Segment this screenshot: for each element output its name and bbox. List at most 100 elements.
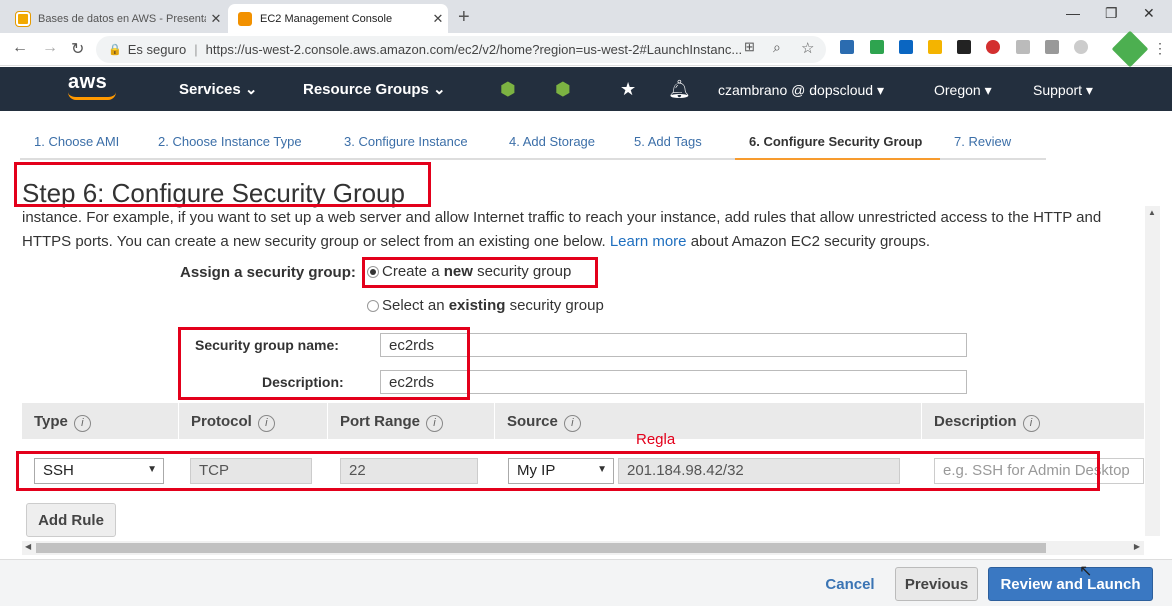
step-review[interactable]: 7. Review <box>940 131 1046 160</box>
radio-select-pre: Select an <box>382 297 445 314</box>
scrollbar-thumb[interactable] <box>36 543 1046 553</box>
mouse-cursor-icon: ↖ <box>1079 563 1093 580</box>
info-icon[interactable]: i <box>563 415 581 432</box>
scroll-right-icon[interactable]: ▶ <box>1134 542 1140 551</box>
window-close-icon[interactable]: ✕ <box>1143 5 1155 22</box>
assign-sg-label: Assign a security group: <box>180 264 356 281</box>
step-choose-instance-type[interactable]: 2. Choose Instance Type <box>144 131 330 160</box>
scroll-left-icon[interactable]: ◀ <box>25 542 31 551</box>
translate-icon[interactable]: ⊞ <box>744 39 755 55</box>
horizontal-scrollbar[interactable]: ◀ ▶ <box>22 541 1144 555</box>
review-and-launch-button[interactable]: Review and Launch <box>988 567 1153 601</box>
pin-icon[interactable]: ★ <box>620 79 636 100</box>
radio-select-post: security group <box>509 297 604 314</box>
radio-select-bold: existing <box>448 297 506 314</box>
browser-tab-presentation[interactable]: Bases de datos en AWS - Presentación ✕ <box>6 4 226 33</box>
service-shortcut-icon[interactable]: ⬢ <box>500 79 516 100</box>
rule-type-select[interactable]: SSH ▼ <box>34 458 164 484</box>
bell-icon[interactable]: 🔔︎ <box>668 79 691 100</box>
rule-description-input[interactable]: e.g. SSH for Admin Desktop <box>934 458 1144 484</box>
reload-icon[interactable]: ↻ <box>71 39 84 59</box>
radio-create-bold: new <box>443 263 473 280</box>
rules-table-header: Type i Protocol i Port Range i Source i Desc… <box>22 403 1144 439</box>
cancel-button[interactable]: Cancel <box>810 567 890 601</box>
back-icon[interactable]: ← <box>12 39 28 57</box>
col-source: Source i <box>507 413 581 432</box>
service-shortcut-icon[interactable]: ⬢ <box>555 79 571 100</box>
rule-type-value: SSH <box>43 462 74 479</box>
aws-logo[interactable]: aws <box>68 71 107 94</box>
info-icon[interactable]: i <box>73 415 91 432</box>
description-label: Description: <box>262 374 344 390</box>
extension-icon[interactable] <box>1045 40 1059 54</box>
rule-protocol-field: TCP <box>190 458 312 484</box>
vertical-scrollbar[interactable]: ▲ <box>1145 206 1160 536</box>
linkedin-icon[interactable] <box>899 40 913 54</box>
browser-menu-icon[interactable]: ⋮ <box>1153 40 1167 57</box>
resource-groups-menu[interactable]: Resource Groups ⌄ <box>303 80 446 98</box>
radio-create-new-sg[interactable]: Create a new security group <box>367 263 571 280</box>
browser-tab-ec2[interactable]: EC2 Management Console ✕ <box>228 4 448 33</box>
support-menu[interactable]: Support ▾ <box>1033 82 1093 99</box>
aws-smile-logo <box>68 92 116 100</box>
previous-button[interactable]: Previous <box>895 567 978 601</box>
scroll-up-icon[interactable]: ▲ <box>1148 208 1156 217</box>
new-tab-icon[interactable]: + <box>458 6 470 29</box>
page-title: Step 6: Configure Security Group <box>22 178 405 208</box>
restore-icon[interactable]: ❐ <box>1105 5 1118 22</box>
bookmark-star-icon[interactable]: ☆ <box>801 39 814 57</box>
step-choose-ami[interactable]: 1. Choose AMI <box>20 131 144 160</box>
column-divider <box>494 403 495 439</box>
col-type: Type i <box>34 413 91 432</box>
rule-port-range-field: 22 <box>340 458 478 484</box>
info-icon[interactable]: i <box>426 415 444 432</box>
forward-icon[interactable]: → <box>42 39 58 57</box>
dropdown-caret-icon: ▼ <box>597 464 607 475</box>
support-label: Support <box>1033 82 1083 98</box>
intro-text-part2: about Amazon EC2 security groups. <box>690 233 930 250</box>
extension-icon[interactable] <box>870 40 884 54</box>
extension-icon[interactable] <box>928 40 942 54</box>
col-port-range-label: Port Range <box>340 413 421 430</box>
column-divider <box>921 403 922 439</box>
radio-selected-icon[interactable] <box>367 265 379 278</box>
zoom-icon[interactable]: ⌕ <box>773 39 781 56</box>
account-label: czambrano @ dopscloud <box>718 82 874 98</box>
url-separator: | <box>194 42 198 57</box>
extension-icon[interactable] <box>840 40 854 54</box>
opera-icon[interactable] <box>986 40 1000 54</box>
address-bar[interactable]: 🔒 Es seguro | https://us-west-2.console.… <box>96 36 826 63</box>
lock-icon: 🔒 <box>108 44 122 56</box>
close-icon[interactable]: ✕ <box>206 11 226 27</box>
col-protocol-label: Protocol <box>191 413 252 430</box>
radio-select-existing-sg[interactable]: Select an existing security group <box>367 297 604 314</box>
sg-name-label: Security group name: <box>195 337 339 353</box>
rule-source-cidr-input[interactable]: 201.184.98.42/32 <box>618 458 900 484</box>
account-menu[interactable]: czambrano @ dopscloud ▾ <box>718 82 884 99</box>
step-configure-instance[interactable]: 3. Configure Instance <box>330 131 495 160</box>
step-add-tags[interactable]: 5. Add Tags <box>620 131 735 160</box>
region-menu[interactable]: Oregon ▾ <box>934 82 992 99</box>
add-rule-button[interactable]: Add Rule <box>26 503 116 537</box>
info-icon[interactable]: i <box>257 415 275 432</box>
intro-text: instance. For example, if you want to se… <box>22 206 1142 254</box>
browser-tab-strip: Bases de datos en AWS - Presentación ✕ E… <box>0 0 1172 33</box>
radio-unselected-icon[interactable] <box>367 299 379 312</box>
close-icon[interactable]: ✕ <box>428 11 448 27</box>
minimize-icon[interactable]: — <box>1066 5 1080 21</box>
step-add-storage[interactable]: 4. Add Storage <box>495 131 620 160</box>
col-description-label: Description <box>934 413 1017 430</box>
description-input[interactable]: ec2rds <box>380 370 967 394</box>
url-text: https://us-west-2.console.aws.amazon.com… <box>205 42 743 57</box>
rule-source-select[interactable]: My IP ▼ <box>508 458 614 484</box>
sg-name-input[interactable]: ec2rds <box>380 333 967 357</box>
extension-icon[interactable] <box>1016 40 1030 54</box>
learn-more-link[interactable]: Learn more <box>610 233 687 250</box>
info-icon[interactable]: i <box>1022 415 1040 432</box>
step-configure-security-group[interactable]: 6. Configure Security Group <box>735 131 940 160</box>
col-description: Description i <box>934 413 1040 432</box>
services-menu[interactable]: Services ⌄ <box>179 80 257 98</box>
extension-icon[interactable] <box>1074 40 1088 54</box>
amazon-icon[interactable] <box>957 40 971 54</box>
annotation-rule-label: Regla <box>636 431 676 448</box>
